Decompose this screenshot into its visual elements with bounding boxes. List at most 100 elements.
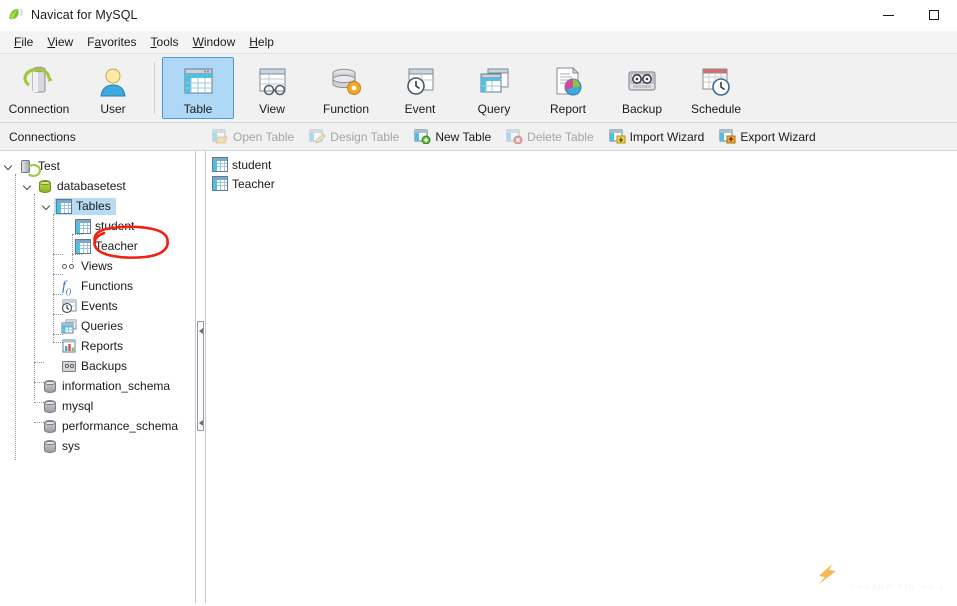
menu-view[interactable]: View bbox=[40, 33, 80, 51]
tree-node-events[interactable]: Events bbox=[0, 296, 195, 316]
splitter-arrow-icon bbox=[199, 420, 203, 426]
delete-table-button[interactable]: Delete Table bbox=[502, 126, 601, 147]
list-item[interactable]: student bbox=[206, 155, 957, 174]
tree-node-queries[interactable]: Queries bbox=[0, 316, 195, 336]
tree-label: Events bbox=[81, 298, 118, 313]
export-wizard-label: Export Wizard bbox=[740, 129, 816, 144]
toolbar-report-button[interactable]: Report bbox=[532, 57, 604, 119]
chevron-down-icon[interactable] bbox=[2, 158, 16, 174]
import-wizard-label: Import Wizard bbox=[629, 129, 705, 144]
toolbar-table-button[interactable]: Table bbox=[162, 57, 234, 119]
menu-file[interactable]: File bbox=[7, 33, 40, 51]
table-icon bbox=[212, 157, 228, 172]
tree-node-functions[interactable]: f() Functions bbox=[0, 276, 195, 296]
title-bar: Navicat for MySQL bbox=[0, 0, 957, 31]
event-icon bbox=[400, 65, 440, 99]
main-toolbar: Connection User Table View Function Even… bbox=[0, 54, 957, 123]
schedule-icon bbox=[696, 65, 736, 99]
minimize-button[interactable] bbox=[865, 0, 911, 30]
maximize-button[interactable] bbox=[911, 0, 957, 30]
tree-label: Reports bbox=[81, 338, 124, 353]
toolbar-backup-button[interactable]: Backup bbox=[606, 57, 678, 119]
toolbar-backup-label: Backup bbox=[621, 102, 663, 116]
toolbar-schedule-label: Schedule bbox=[690, 102, 742, 116]
sub-toolbar-row: Connections Open Table Design Table New … bbox=[0, 123, 957, 151]
tree-node-sys[interactable]: sys bbox=[0, 436, 195, 456]
panel-splitter[interactable] bbox=[196, 151, 206, 603]
database-gray-icon bbox=[42, 439, 58, 454]
connections-header: Connections bbox=[0, 123, 200, 150]
tree-node-information-schema[interactable]: information_schema bbox=[0, 376, 195, 396]
toolbar-function-label: Function bbox=[322, 102, 370, 116]
export-wizard-button[interactable]: Export Wizard bbox=[715, 126, 822, 147]
toolbar-table-label: Table bbox=[183, 102, 213, 116]
new-table-icon bbox=[414, 129, 431, 145]
tree-label: performance_schema bbox=[62, 418, 179, 433]
database-gray-icon bbox=[42, 399, 58, 414]
tree-node-views[interactable]: Views bbox=[0, 256, 195, 276]
menu-tools[interactable]: Tools bbox=[144, 33, 186, 51]
report-icon bbox=[61, 339, 77, 354]
minimize-icon bbox=[882, 14, 894, 16]
object-list-pane: student Teacher bbox=[206, 151, 957, 603]
table-icon bbox=[75, 238, 91, 254]
toolbar-report-label: Report bbox=[549, 102, 587, 116]
list-item[interactable]: Teacher bbox=[206, 174, 957, 193]
tree-node-tables[interactable]: Tables bbox=[0, 196, 195, 216]
splitter-grip[interactable] bbox=[197, 321, 204, 431]
tree-label: Backups bbox=[81, 358, 128, 373]
chevron-down-icon[interactable] bbox=[40, 198, 54, 214]
toolbar-query-button[interactable]: Query bbox=[458, 57, 530, 119]
toolbar-user-button[interactable]: User bbox=[77, 57, 149, 119]
menu-favorites[interactable]: Favorites bbox=[80, 33, 143, 51]
design-table-button[interactable]: Design Table bbox=[305, 126, 406, 147]
function-icon: f() bbox=[62, 278, 72, 296]
tree-node-performance-schema[interactable]: performance_schema bbox=[0, 416, 195, 436]
tree-label: Test bbox=[38, 158, 61, 173]
toolbar-connection-label: Connection bbox=[8, 102, 70, 116]
toolbar-function-button[interactable]: Function bbox=[310, 57, 382, 119]
tree-label: student bbox=[95, 218, 135, 233]
toolbar-schedule-button[interactable]: Schedule bbox=[680, 57, 752, 119]
table-icon bbox=[56, 198, 72, 214]
toolbar-connection-button[interactable]: Connection bbox=[3, 57, 75, 119]
window-controls bbox=[865, 0, 957, 30]
navicat-leaf-icon bbox=[6, 6, 24, 24]
open-table-button[interactable]: Open Table bbox=[208, 126, 301, 147]
connection-icon bbox=[19, 65, 59, 99]
toolbar-view-button[interactable]: View bbox=[236, 57, 308, 119]
open-table-label: Open Table bbox=[233, 129, 295, 144]
maximize-icon bbox=[929, 10, 939, 20]
chevron-down-icon[interactable] bbox=[21, 178, 35, 194]
tree-node-test[interactable]: Test bbox=[0, 156, 195, 177]
tree-node-reports[interactable]: Reports bbox=[0, 336, 195, 356]
splitter-arrow-icon bbox=[199, 328, 203, 334]
connections-sidebar: Test databasetest Tables student Teacher… bbox=[0, 151, 196, 603]
tree-node-databasetest[interactable]: databasetest bbox=[0, 176, 195, 196]
toolbar-query-label: Query bbox=[477, 102, 511, 116]
tree-label: Functions bbox=[81, 278, 134, 293]
query-icon bbox=[61, 319, 77, 334]
tree-node-teacher[interactable]: Teacher bbox=[0, 236, 195, 256]
import-wizard-button[interactable]: Import Wizard bbox=[605, 126, 712, 147]
new-table-button[interactable]: New Table bbox=[410, 126, 498, 147]
tree-node-backups[interactable]: Backups bbox=[0, 356, 195, 376]
design-table-icon bbox=[309, 129, 326, 144]
table-icon bbox=[178, 65, 218, 99]
tree-node-student[interactable]: student bbox=[0, 216, 195, 236]
menu-help[interactable]: Help bbox=[242, 33, 281, 51]
database-gray-icon bbox=[42, 419, 58, 434]
toolbar-event-label: Event bbox=[404, 102, 436, 116]
database-icon bbox=[37, 179, 53, 194]
new-table-label: New Table bbox=[435, 129, 492, 144]
delete-table-label: Delete Table bbox=[527, 129, 594, 144]
connection-icon bbox=[18, 159, 41, 177]
tree-label: Views bbox=[81, 258, 113, 273]
tree-label: Teacher bbox=[95, 238, 138, 253]
toolbar-separator bbox=[154, 62, 155, 114]
backup-icon bbox=[61, 359, 77, 374]
menu-window[interactable]: Window bbox=[186, 33, 243, 51]
toolbar-event-button[interactable]: Event bbox=[384, 57, 456, 119]
report-icon bbox=[548, 65, 588, 99]
tree-node-mysql[interactable]: mysql bbox=[0, 396, 195, 416]
